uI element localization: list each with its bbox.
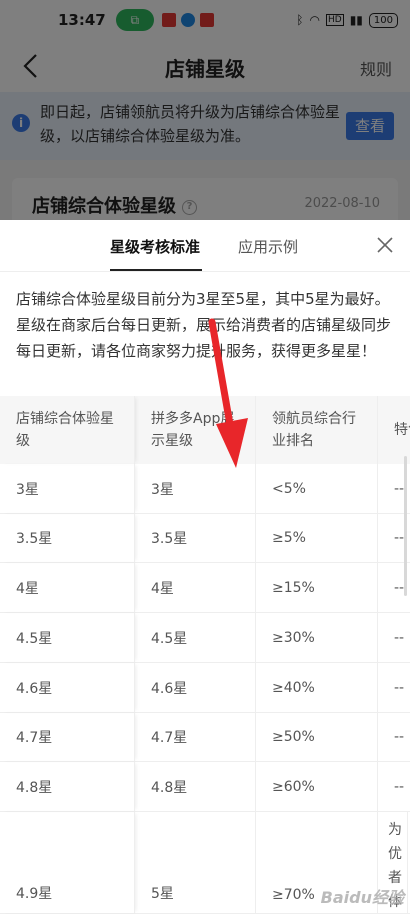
table-cell: ≥5% xyxy=(256,514,378,562)
status-time: 13:47 xyxy=(58,11,106,29)
tab-examples[interactable]: 应用示例 xyxy=(238,236,298,257)
table-cell: 4星 xyxy=(135,563,256,612)
screen-cast-icon: ⧉ xyxy=(115,9,154,31)
notice-banner: i 即日起，店铺领航员将升级为店铺综合体验星级，以店铺综合体验星级为准。 查看 xyxy=(0,92,410,160)
card-date: 2022-08-10 xyxy=(304,196,380,211)
table-cell: 4.7星 xyxy=(135,713,256,761)
table-row: 4.5星 4.5星 ≥30% -- xyxy=(0,613,410,663)
card-title-text: 店铺综合体验星级 xyxy=(32,196,176,217)
table-header-cell: 店铺综合体验星级 xyxy=(0,396,135,464)
sheet-tabs: 星级考核标准 应用示例 xyxy=(0,220,410,272)
table-cell: ≥60% xyxy=(256,762,378,811)
table-row: 4.6星 4.6星 ≥40% -- xyxy=(0,663,410,713)
active-tab-indicator xyxy=(110,269,202,271)
tab-criteria[interactable]: 星级考核标准 xyxy=(110,236,200,257)
question-icon[interactable]: ? xyxy=(182,199,197,215)
view-button[interactable]: 查看 xyxy=(346,112,394,140)
table-cell: 4.5星 xyxy=(135,613,256,662)
title-bar: 店铺星级 规则 xyxy=(0,40,410,92)
notice-text: 即日起，店铺领航员将升级为店铺综合体验星级，以店铺综合体验星级为准。 xyxy=(40,103,341,145)
table-cell: 5星 xyxy=(135,812,256,913)
table-cell: 4星 xyxy=(0,563,135,612)
page-title: 店铺星级 xyxy=(165,57,245,81)
table-cell: 4.6星 xyxy=(135,663,256,712)
table-cell: <5% xyxy=(256,464,378,513)
rules-link[interactable]: 规则 xyxy=(360,56,392,80)
table-cell: -- xyxy=(378,713,410,761)
watermark-text: Baidu经验 xyxy=(320,888,404,907)
table-header-cell: 特色 xyxy=(378,396,410,464)
table-cell: ≥50% xyxy=(256,713,378,761)
bluetooth-icon: ᛒ xyxy=(296,13,304,27)
criteria-table[interactable]: 店铺综合体验星级 拼多多App展示星级 领航员综合行业排名 特色 3星 3星 <… xyxy=(0,396,410,914)
table-cell: 4.7星 xyxy=(0,713,135,761)
table-header-cell: 领航员综合行业排名 xyxy=(256,396,378,464)
battery-icon: 100 xyxy=(368,12,398,28)
table-cell: 3.5星 xyxy=(135,514,256,562)
background-page: i 即日起，店铺领航员将升级为店铺综合体验星级，以店铺综合体验星级为准。 查看 … xyxy=(0,92,410,238)
table-cell: 4.6星 xyxy=(0,663,135,712)
status-bar: 13:47 ⧉ ᛒ ◠ HD ▮▮ 100 xyxy=(0,0,410,40)
table-header-cell: 拼多多App展示星级 xyxy=(135,396,256,464)
table-cell: 4.8星 xyxy=(135,762,256,811)
table-row: 3星 3星 <5% -- xyxy=(0,464,410,514)
close-icon[interactable] xyxy=(376,236,394,254)
table-cell: 4.5星 xyxy=(0,613,135,662)
table-cell: 3.5星 xyxy=(0,514,135,562)
wifi-icon: ◠ xyxy=(309,13,320,27)
table-cell: 3星 xyxy=(135,464,256,513)
app-notification-icon xyxy=(180,13,195,27)
table-cell: 4.8星 xyxy=(0,762,135,811)
table-cell: -- xyxy=(378,762,410,811)
table-cell: 3星 xyxy=(0,464,135,513)
info-icon: i xyxy=(12,114,30,132)
table-row: 3.5星 3.5星 ≥5% -- xyxy=(0,514,410,563)
hd-icon: HD xyxy=(325,14,344,26)
status-icons: ᛒ ◠ HD ▮▮ 100 xyxy=(296,12,398,28)
table-cell: ≥40% xyxy=(256,663,378,712)
app-notification-icon xyxy=(199,13,214,27)
table-cell: 4.9星 xyxy=(0,812,135,913)
criteria-description: 店铺综合体验星级目前分为3星至5星，其中5星为最好。星级在商家后台每日更新，展示… xyxy=(16,290,392,360)
signal-icon: ▮▮ xyxy=(349,13,363,27)
app-notification-icon xyxy=(161,13,176,27)
card-title: 店铺综合体验星级? xyxy=(32,192,197,218)
table-header-row: 店铺综合体验星级 拼多多App展示星级 领航员综合行业排名 特色 xyxy=(0,396,410,464)
scrollbar[interactable] xyxy=(404,456,407,596)
table-row: 4.7星 4.7星 ≥50% -- xyxy=(0,713,410,762)
table-row: 4.8星 4.8星 ≥60% -- xyxy=(0,762,410,812)
table-cell: -- xyxy=(378,663,410,712)
table-cell: ≥15% xyxy=(256,563,378,612)
criteria-sheet: 星级考核标准 应用示例 店铺综合体验星级目前分为3星至5星，其中5星为最好。星级… xyxy=(0,220,410,914)
table-cell: -- xyxy=(378,613,410,662)
table-row: 4星 4星 ≥15% -- xyxy=(0,563,410,613)
table-cell: ≥30% xyxy=(256,613,378,662)
